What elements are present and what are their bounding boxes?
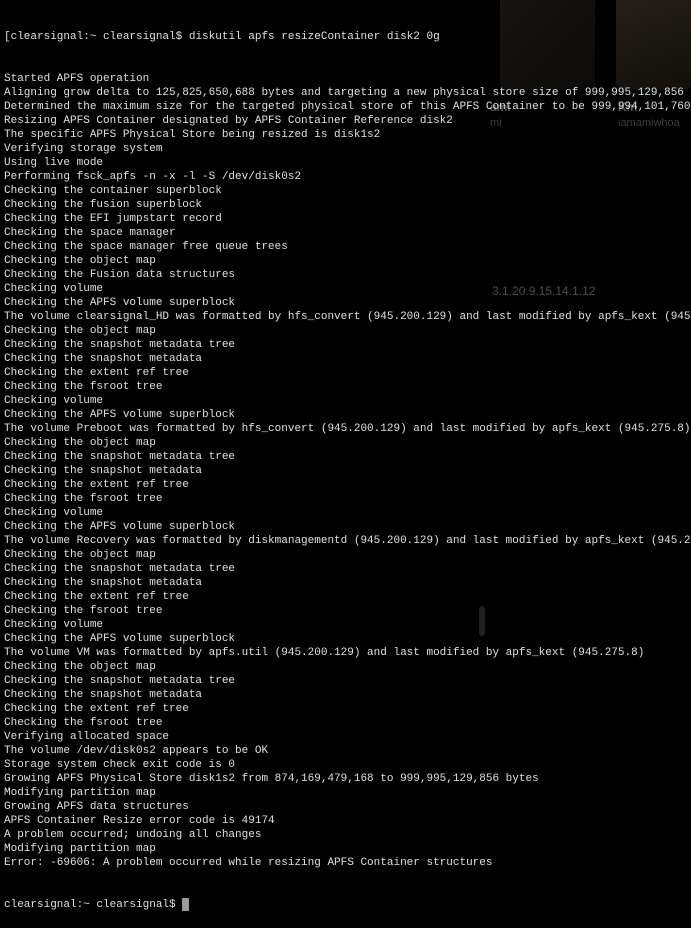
terminal-line: Checking the snapshot metadata tree xyxy=(4,674,687,688)
shell-prompt: [clearsignal:~ clearsignal$ xyxy=(4,31,189,43)
terminal-line: Checking the extent ref tree xyxy=(4,478,687,492)
terminal-line: The volume Preboot was formatted by hfs_… xyxy=(4,422,687,436)
terminal-line: Performing fsck_apfs -n -x -l -S /dev/di… xyxy=(4,170,687,184)
terminal-line: Started APFS operation xyxy=(4,72,687,86)
terminal-line: Verifying allocated space xyxy=(4,730,687,744)
terminal-line: Checking the fusion superblock xyxy=(4,198,687,212)
shell-prompt: clearsignal:~ clearsignal$ xyxy=(4,899,182,911)
terminal-line: Using live mode xyxy=(4,156,687,170)
terminal-line: The volume Recovery was formatted by dis… xyxy=(4,534,687,548)
terminal-line: Error: -69606: A problem occurred while … xyxy=(4,856,687,870)
terminal-line: Checking volume xyxy=(4,394,687,408)
terminal-line: Checking the snapshot metadata xyxy=(4,688,687,702)
terminal-line: A problem occurred; undoing all changes xyxy=(4,828,687,842)
terminal-line: Checking the fsroot tree xyxy=(4,380,687,394)
terminal-line: Checking the snapshot metadata xyxy=(4,464,687,478)
terminal-line: Checking the extent ref tree xyxy=(4,590,687,604)
terminal-line: Checking the object map xyxy=(4,548,687,562)
terminal-line: Checking the space manager free queue tr… xyxy=(4,240,687,254)
terminal-line: The volume clearsignal_HD was formatted … xyxy=(4,310,687,324)
terminal-line: Checking the snapshot metadata xyxy=(4,576,687,590)
terminal-line: Checking the APFS volume superblock xyxy=(4,408,687,422)
terminal-line: Verifying storage system xyxy=(4,142,687,156)
cursor xyxy=(182,898,189,911)
terminal-line: Checking the fsroot tree xyxy=(4,604,687,618)
terminal-line: Checking the APFS volume superblock xyxy=(4,520,687,534)
terminal-line: Resizing APFS Container designated by AP… xyxy=(4,114,687,128)
terminal-window[interactable]: [clearsignal:~ clearsignal$ diskutil apf… xyxy=(0,0,691,928)
terminal-line: [clearsignal:~ clearsignal$ diskutil apf… xyxy=(4,30,687,44)
terminal-line: Growing APFS data structures xyxy=(4,800,687,814)
terminal-line: Checking the Fusion data structures xyxy=(4,268,687,282)
terminal-line: Checking the space manager xyxy=(4,226,687,240)
terminal-line: Storage system check exit code is 0 xyxy=(4,758,687,772)
terminal-line: Checking the object map xyxy=(4,436,687,450)
terminal-line: Growing APFS Physical Store disk1s2 from… xyxy=(4,772,687,786)
terminal-line: Aligning grow delta to 125,825,650,688 b… xyxy=(4,86,687,100)
terminal-line: Checking the EFI jumpstart record xyxy=(4,212,687,226)
terminal-line: Checking the APFS volume superblock xyxy=(4,296,687,310)
terminal-line: Checking volume xyxy=(4,618,687,632)
terminal-line: The volume /dev/disk0s2 appears to be OK xyxy=(4,744,687,758)
terminal-line: clearsignal:~ clearsignal$ xyxy=(4,898,687,912)
terminal-line: Checking the object map xyxy=(4,660,687,674)
terminal-line: Checking the snapshot metadata tree xyxy=(4,450,687,464)
terminal-line: Determined the maximum size for the targ… xyxy=(4,100,687,114)
terminal-line: The volume VM was formatted by apfs.util… xyxy=(4,646,687,660)
terminal-line: Checking volume xyxy=(4,506,687,520)
terminal-line: Checking the object map xyxy=(4,254,687,268)
terminal-line: Checking the extent ref tree xyxy=(4,366,687,380)
terminal-line: APFS Container Resize error code is 4917… xyxy=(4,814,687,828)
terminal-line: Checking the extent ref tree xyxy=(4,702,687,716)
terminal-line: Modifying partition map xyxy=(4,842,687,856)
command-text: diskutil apfs resizeContainer disk2 0g xyxy=(189,31,440,43)
terminal-line: Checking the snapshot metadata tree xyxy=(4,562,687,576)
terminal-line: Checking the snapshot metadata tree xyxy=(4,338,687,352)
terminal-line: Checking the object map xyxy=(4,324,687,338)
terminal-line: Checking the fsroot tree xyxy=(4,716,687,730)
terminal-line: Checking the fsroot tree xyxy=(4,492,687,506)
terminal-line: Checking the snapshot metadata xyxy=(4,352,687,366)
terminal-line: Modifying partition map xyxy=(4,786,687,800)
terminal-line: The specific APFS Physical Store being r… xyxy=(4,128,687,142)
terminal-output: Started APFS operationAligning grow delt… xyxy=(4,72,687,870)
terminal-line: Checking volume xyxy=(4,282,687,296)
terminal-line: Checking the APFS volume superblock xyxy=(4,632,687,646)
terminal-line: Checking the container superblock xyxy=(4,184,687,198)
